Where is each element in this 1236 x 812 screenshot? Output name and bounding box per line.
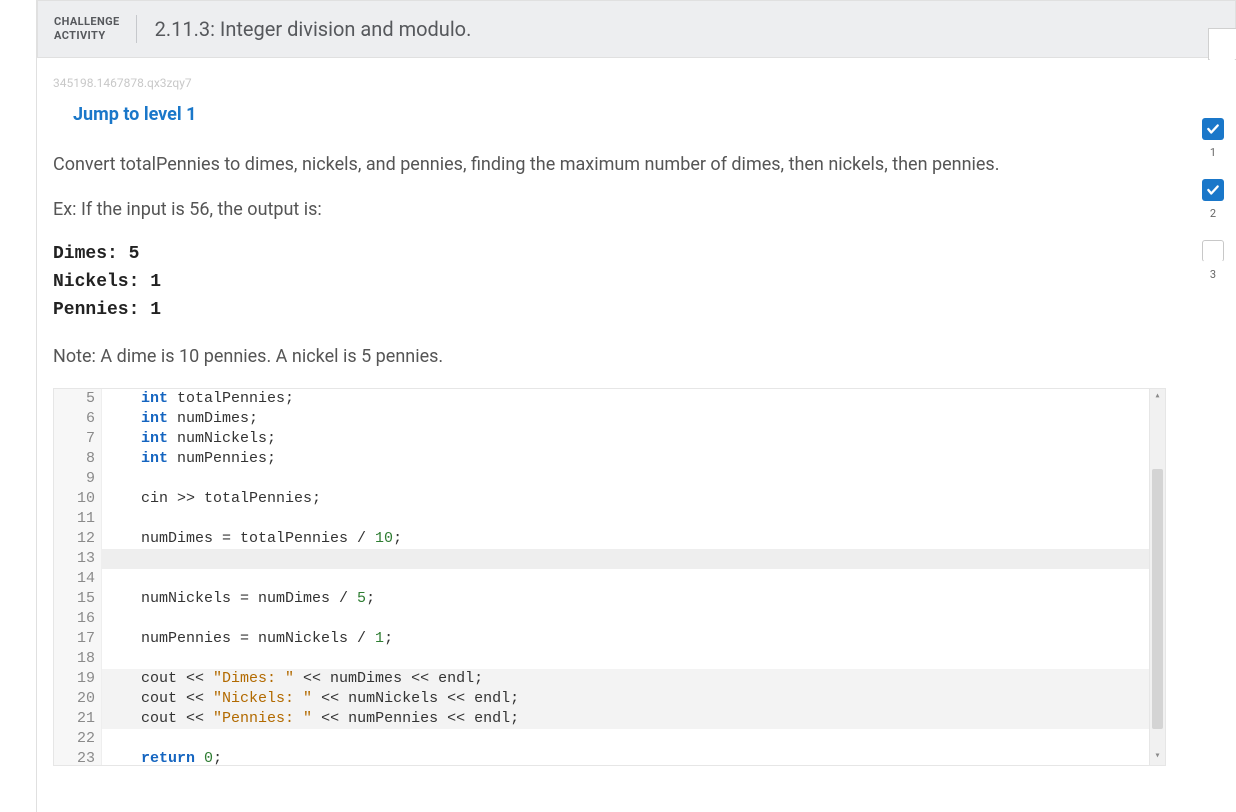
example-output: Dimes: 5 Nickels: 1 Pennies: 1 [53,241,1220,325]
gutter-line-number: 10 [54,489,95,509]
progress-item[interactable]: 2 [1202,179,1224,220]
challenge-header: CHALLENGE ACTIVITY 2.11.3: Integer divis… [37,0,1236,58]
gutter-line-number: 13 [54,549,95,569]
code-line[interactable]: int numDimes; [114,409,1149,429]
code-line[interactable]: int numPennies; [114,449,1149,469]
scroll-thumb[interactable] [1152,469,1163,729]
gutter-line-number: 11 [54,509,95,529]
progress-number: 3 [1210,268,1216,281]
scroll-down-icon[interactable]: ▾ [1150,749,1165,765]
code-line[interactable] [114,609,1149,629]
example-lead: Ex: If the input is 56, the output is: [53,196,1220,223]
challenge-label: CHALLENGE ACTIVITY [54,15,137,44]
gutter-line-number: 15 [54,589,95,609]
code-line[interactable]: numNickels = numDimes / 5; [114,589,1149,609]
progress-number: 2 [1210,207,1216,220]
gutter-line-number: 16 [54,609,95,629]
progress-item[interactable]: 3 [1202,240,1224,281]
progress-item[interactable]: 1 [1202,118,1224,159]
code-line[interactable]: numDimes = totalPennies / 10; [114,529,1149,549]
code-line[interactable] [114,649,1149,669]
gutter-line-number: 18 [54,649,95,669]
note-text: Note: A dime is 10 pennies. A nickel is … [53,343,1220,370]
empty-badge-icon[interactable] [1202,240,1224,262]
code-line[interactable] [114,549,1149,569]
code-line[interactable]: cout << "Nickels: " << numNickels << end… [114,689,1149,709]
progress-sidebar: 1 2 3 [1196,118,1230,281]
bookmark-icon[interactable] [1208,28,1236,60]
gutter-line-number: 23 [54,749,95,766]
gutter-line-number: 20 [54,689,95,709]
hash-id: 345198.1467878.qx3zqy7 [53,76,1220,90]
gutter-line-number: 21 [54,709,95,729]
code-line[interactable]: numPennies = numNickels / 1; [114,629,1149,649]
code-line[interactable] [114,509,1149,529]
scroll-up-icon[interactable]: ▴ [1150,389,1165,405]
code-line[interactable]: cout << "Pennies: " << numPennies << end… [114,709,1149,729]
code-editor[interactable]: 567891011121314151617181920212223 int to… [53,388,1166,766]
challenge-label-line2: ACTIVITY [54,29,106,42]
progress-number: 1 [1210,146,1216,159]
editor-scrollbar[interactable]: ▴ ▾ [1149,389,1165,765]
code-line[interactable]: int numNickels; [114,429,1149,449]
code-line[interactable] [114,469,1149,489]
instructions-text: Convert totalPennies to dimes, nickels, … [53,151,1220,178]
check-icon[interactable] [1202,179,1224,201]
code-line[interactable]: cin >> totalPennies; [114,489,1149,509]
check-icon[interactable] [1202,118,1224,140]
gutter-line-number: 6 [54,409,95,429]
gutter-line-number: 14 [54,569,95,589]
gutter-line-number: 17 [54,629,95,649]
jump-to-level-link[interactable]: Jump to level 1 [73,104,196,125]
gutter-line-number: 5 [54,389,95,409]
code-line[interactable] [114,569,1149,589]
editor-code-area[interactable]: int totalPennies; int numDimes; int numN… [102,389,1149,765]
code-line[interactable]: int totalPennies; [114,389,1149,409]
challenge-label-line1: CHALLENGE [54,15,120,28]
gutter-line-number: 19 [54,669,95,689]
gutter-line-number: 22 [54,729,95,749]
code-line[interactable]: return 0; [114,749,1149,766]
gutter-line-number: 9 [54,469,95,489]
code-line[interactable]: cout << "Dimes: " << numDimes << endl; [114,669,1149,689]
code-line[interactable] [114,729,1149,749]
challenge-title: 2.11.3: Integer division and modulo. [137,17,472,41]
gutter-line-number: 8 [54,449,95,469]
gutter-line-number: 12 [54,529,95,549]
gutter-line-number: 7 [54,429,95,449]
editor-gutter: 567891011121314151617181920212223 [54,389,102,765]
